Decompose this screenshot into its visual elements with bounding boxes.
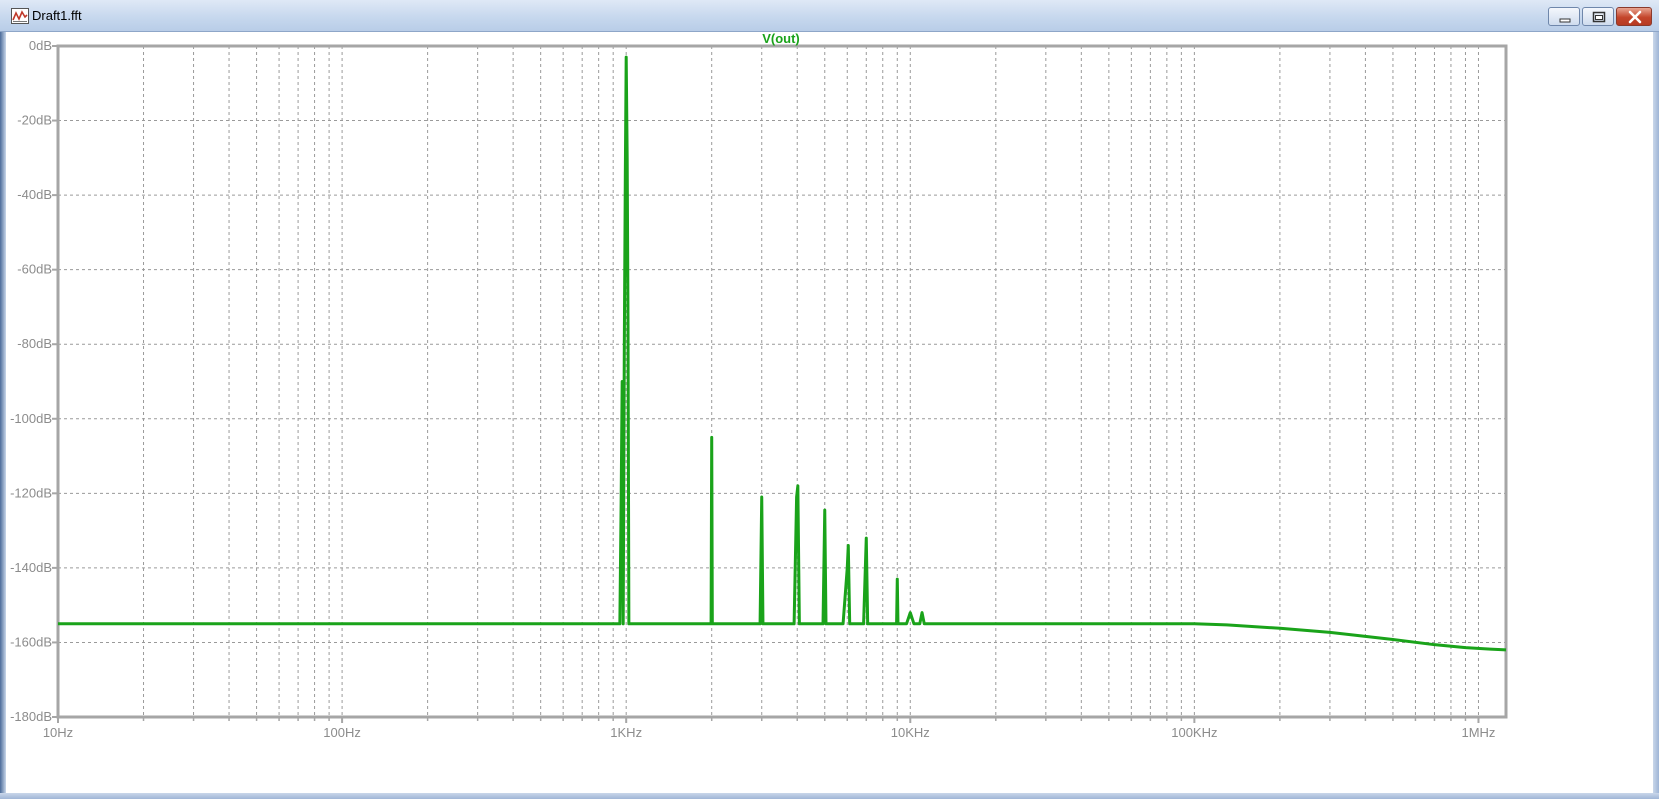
x-tick-label: 1MHz: [1461, 725, 1495, 740]
trace-line: [58, 55, 1507, 652]
window-bottom-edge: [0, 793, 1659, 799]
waveform-icon: [11, 8, 29, 24]
x-tick-label: 10Hz: [43, 725, 73, 740]
plot-grid: [58, 46, 1506, 717]
y-tick-label: -60dB: [17, 262, 52, 277]
y-tick-label: -40dB: [17, 187, 52, 202]
minimize-icon: [1559, 18, 1571, 23]
trace-title[interactable]: V(out): [762, 32, 800, 46]
y-tick-label: -180dB: [10, 709, 52, 724]
y-tick-label: -140dB: [10, 560, 52, 575]
axis-ticks: 0dB -20dB -40dB -60dB -80dB -100dB -120dB -140d…: [10, 38, 1495, 740]
plot-frame: [56, 44, 1508, 719]
y-tick-label: 0dB: [29, 38, 52, 53]
minimize-button[interactable]: [1548, 7, 1580, 26]
close-icon: [1628, 10, 1642, 24]
plot-pane[interactable]: 0dB -20dB -40dB -60dB -80dB -100dB -120dB -140d…: [6, 32, 1653, 793]
close-button[interactable]: [1616, 7, 1652, 26]
x-tick-label: 10KHz: [891, 725, 930, 740]
y-tick-label: -120dB: [10, 485, 52, 500]
y-tick-label: -100dB: [10, 411, 52, 426]
x-tick-label: 100KHz: [1171, 725, 1217, 740]
window-right-edge: [1653, 32, 1659, 799]
trace-layer: [58, 55, 1507, 652]
maximize-icon: [1592, 11, 1606, 23]
window-title: Draft1.fft: [32, 8, 82, 23]
maximize-button[interactable]: [1582, 7, 1614, 26]
y-tick-label: -20dB: [17, 113, 52, 128]
x-tick-label: 100Hz: [323, 725, 361, 740]
y-tick-label: -80dB: [17, 336, 52, 351]
x-tick-label: 1KHz: [610, 725, 642, 740]
fft-plot[interactable]: 0dB -20dB -40dB -60dB -80dB -100dB -120dB -140d…: [6, 32, 1653, 793]
window-titlebar[interactable]: Draft1.fft: [0, 0, 1659, 32]
y-tick-label: -160dB: [10, 634, 52, 649]
